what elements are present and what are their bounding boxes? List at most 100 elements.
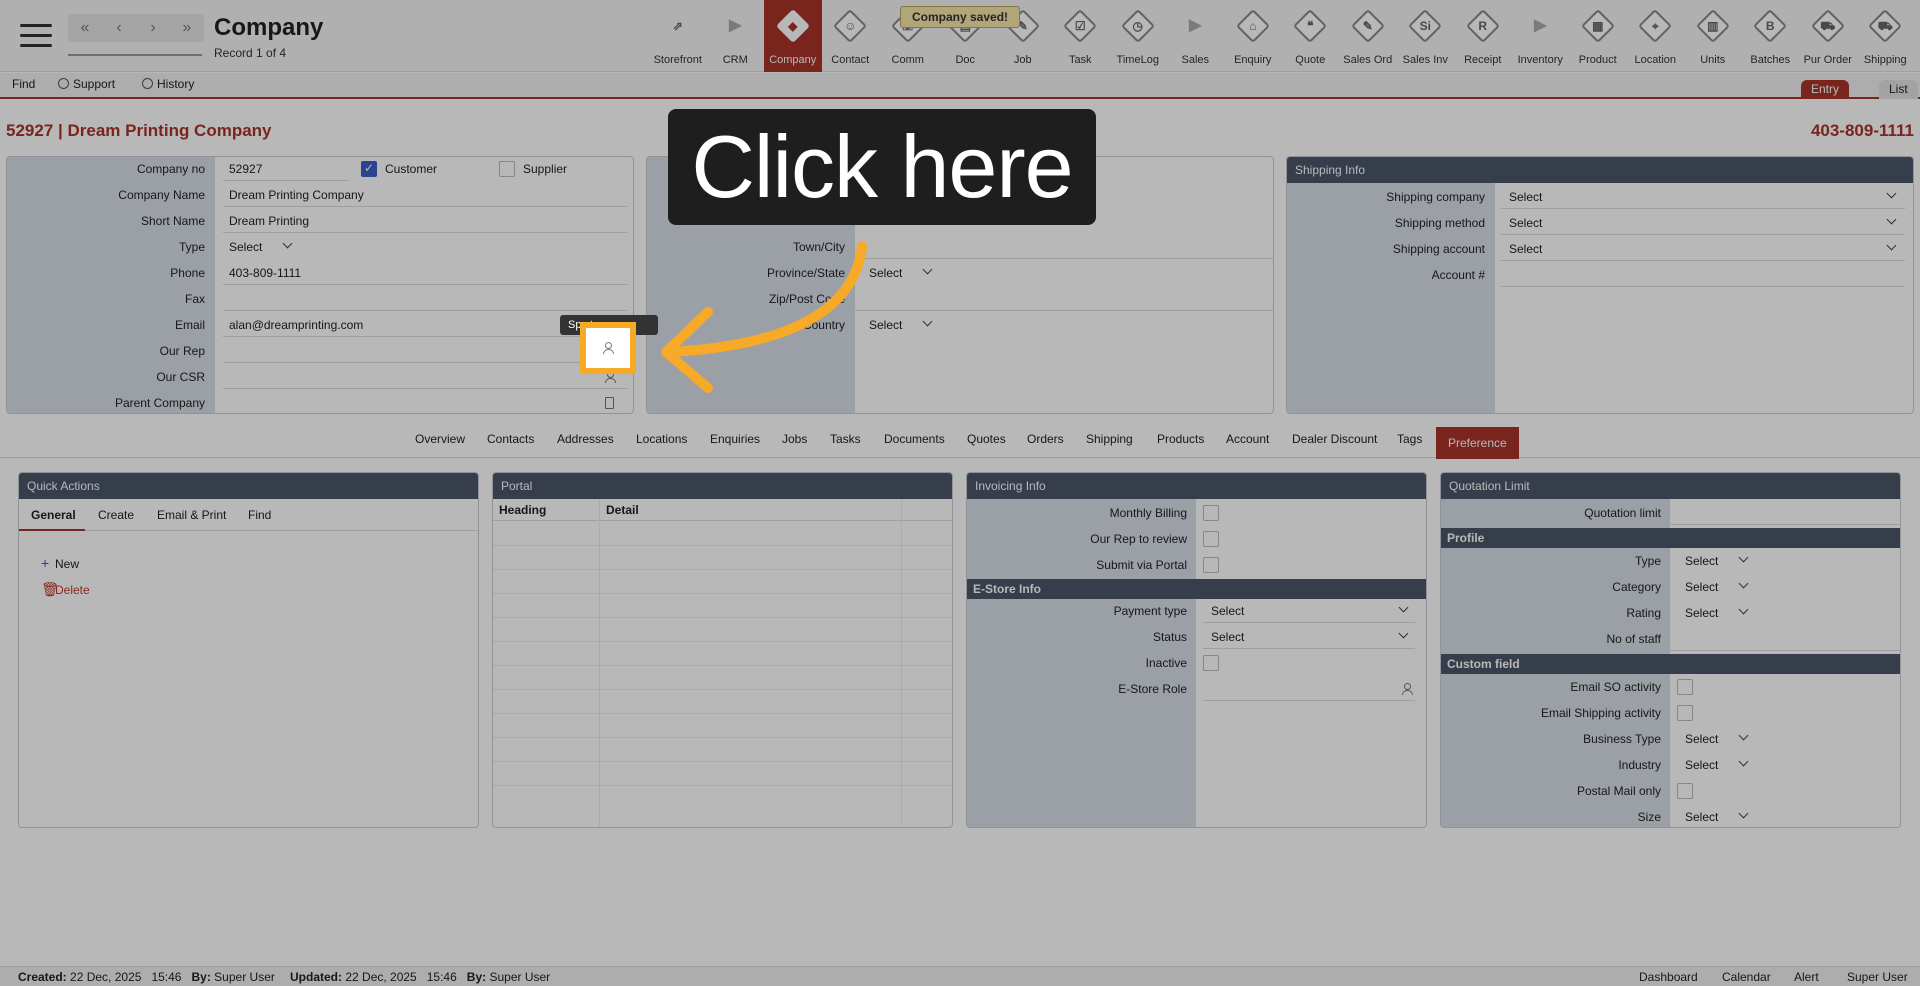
module-enquiry[interactable]: ⌂ Enquiry [1224, 0, 1282, 72]
company-name-field[interactable]: Dream Printing Company [229, 188, 364, 202]
tab-orders[interactable]: Orders [1027, 426, 1064, 458]
entry-view-tab[interactable]: Entry [1801, 80, 1850, 99]
module-quote[interactable]: ❝ Quote [1282, 0, 1340, 72]
document-icon[interactable] [605, 397, 614, 409]
business-type-select[interactable]: Select [1685, 732, 1718, 746]
highlighted-rep-picker[interactable] [580, 322, 636, 374]
module-task[interactable]: ☑ Task [1052, 0, 1110, 72]
user-menu[interactable]: Super User [1847, 968, 1908, 986]
first-record-button[interactable]: « [68, 14, 102, 42]
tab-dealer-discount[interactable]: Dealer Discount [1292, 426, 1377, 458]
module-pur-order[interactable]: ⛟ Pur Order [1799, 0, 1857, 72]
our-rep-review-checkbox[interactable] [1203, 531, 1219, 547]
tab-preference[interactable]: Preference [1436, 427, 1519, 459]
tab-tasks[interactable]: Tasks [830, 426, 861, 458]
field-underline [1203, 622, 1415, 623]
module-location[interactable]: ⌖ Location [1627, 0, 1685, 72]
tab-find[interactable]: Find [248, 508, 271, 522]
tab-contacts[interactable]: Contacts [487, 426, 534, 458]
module-sales[interactable]: ▶ Sales [1167, 0, 1225, 72]
hamburger-menu-icon[interactable] [20, 24, 52, 48]
tab-jobs[interactable]: Jobs [782, 426, 807, 458]
estore-role-row: E-Store Role [967, 677, 1426, 701]
tab-tags[interactable]: Tags [1397, 426, 1422, 458]
profile-type-select[interactable]: Select [1685, 554, 1718, 568]
tab-shipping[interactable]: Shipping [1086, 426, 1133, 458]
module-contact[interactable]: ☺ Contact [822, 0, 880, 72]
short-name-field[interactable]: Dream Printing [229, 214, 309, 228]
supplier-checkbox[interactable] [499, 161, 515, 177]
tab-general[interactable]: General [31, 508, 76, 522]
monthly-billing-checkbox[interactable] [1203, 505, 1219, 521]
next-record-button[interactable]: › [136, 14, 170, 42]
shipping-method-select[interactable]: Select [1509, 216, 1542, 230]
alert-link[interactable]: Alert [1794, 968, 1819, 986]
submit-portal-checkbox[interactable] [1203, 557, 1219, 573]
plus-icon: + [41, 555, 50, 571]
module-crm[interactable]: ▶ CRM [707, 0, 765, 72]
size-select[interactable]: Select [1685, 810, 1718, 824]
module-inventory[interactable]: ▶ Inventory [1512, 0, 1570, 72]
module-units[interactable]: ▥ Units [1684, 0, 1742, 72]
status-select[interactable]: Select [1211, 630, 1244, 644]
history-icon [142, 78, 153, 89]
payment-type-select[interactable]: Select [1211, 604, 1244, 618]
module-shipping[interactable]: ⛟ Shipping [1857, 0, 1915, 72]
find-button[interactable]: Find [12, 77, 35, 91]
previous-record-button[interactable]: ‹ [102, 14, 136, 42]
calendar-link[interactable]: Calendar [1722, 968, 1771, 986]
chevron-down-icon [923, 317, 933, 327]
tab-enquiries[interactable]: Enquiries [710, 426, 760, 458]
tab-addresses[interactable]: Addresses [557, 426, 614, 458]
last-record-button[interactable]: » [170, 14, 204, 42]
cart-icon: ⛟ [1810, 9, 1845, 43]
phone-field[interactable]: 403-809-1111 [229, 266, 301, 280]
tab-locations[interactable]: Locations [636, 426, 687, 458]
type-select[interactable]: Select [229, 240, 262, 254]
quote-icon: ❝ [1293, 9, 1328, 43]
module-receipt[interactable]: R Receipt [1454, 0, 1512, 72]
company-no-field[interactable]: 52927 [229, 162, 262, 176]
email-so-checkbox[interactable] [1677, 679, 1693, 695]
module-sales-ord[interactable]: ✎ Sales Ord [1339, 0, 1397, 72]
shipping-company-select[interactable]: Select [1509, 190, 1542, 204]
icon-glyph: Si [1419, 19, 1431, 33]
customer-checkbox[interactable] [361, 161, 377, 177]
module-company[interactable]: ◆ Company [764, 0, 822, 72]
icon-glyph: ◆ [788, 19, 798, 33]
person-icon[interactable] [1401, 683, 1413, 695]
module-label: Receipt [1464, 54, 1502, 66]
category-select[interactable]: Select [1685, 580, 1718, 594]
created-label: Created: [18, 970, 67, 984]
module-sales-inv[interactable]: Si Sales Inv [1397, 0, 1455, 72]
type-row: Type Select [7, 235, 633, 259]
field-underline [223, 284, 627, 285]
delete-action[interactable]: 🗑Delete [41, 581, 90, 598]
support-button[interactable]: Support [58, 77, 115, 91]
shipping-account-select[interactable]: Select [1509, 242, 1542, 256]
list-view-tab[interactable]: List [1879, 80, 1918, 99]
field-underline [223, 336, 627, 337]
module-batches[interactable]: B Batches [1742, 0, 1800, 72]
postal-mail-checkbox[interactable] [1677, 783, 1693, 799]
inactive-checkbox[interactable] [1203, 655, 1219, 671]
history-button[interactable]: History [142, 77, 194, 91]
email-field[interactable]: alan@dreamprinting.com [229, 318, 363, 332]
module-product[interactable]: ▦ Product [1569, 0, 1627, 72]
module-timelog[interactable]: ◷ TimeLog [1109, 0, 1167, 72]
grid-line [493, 617, 952, 618]
tab-email-print[interactable]: Email & Print [157, 508, 226, 522]
module-storefront[interactable]: ⇗ Storefront [649, 0, 707, 72]
tab-account[interactable]: Account [1226, 426, 1269, 458]
tab-quotes[interactable]: Quotes [967, 426, 1006, 458]
email-shipping-checkbox[interactable] [1677, 705, 1693, 721]
tab-products[interactable]: Products [1157, 426, 1204, 458]
dashboard-link[interactable]: Dashboard [1639, 968, 1698, 986]
tab-documents[interactable]: Documents [884, 426, 945, 458]
postal-mail-row: Postal Mail only [1441, 779, 1900, 803]
industry-select[interactable]: Select [1685, 758, 1718, 772]
tab-overview[interactable]: Overview [415, 426, 465, 458]
new-action[interactable]: + New [41, 555, 79, 571]
rating-select[interactable]: Select [1685, 606, 1718, 620]
tab-create[interactable]: Create [98, 508, 134, 522]
